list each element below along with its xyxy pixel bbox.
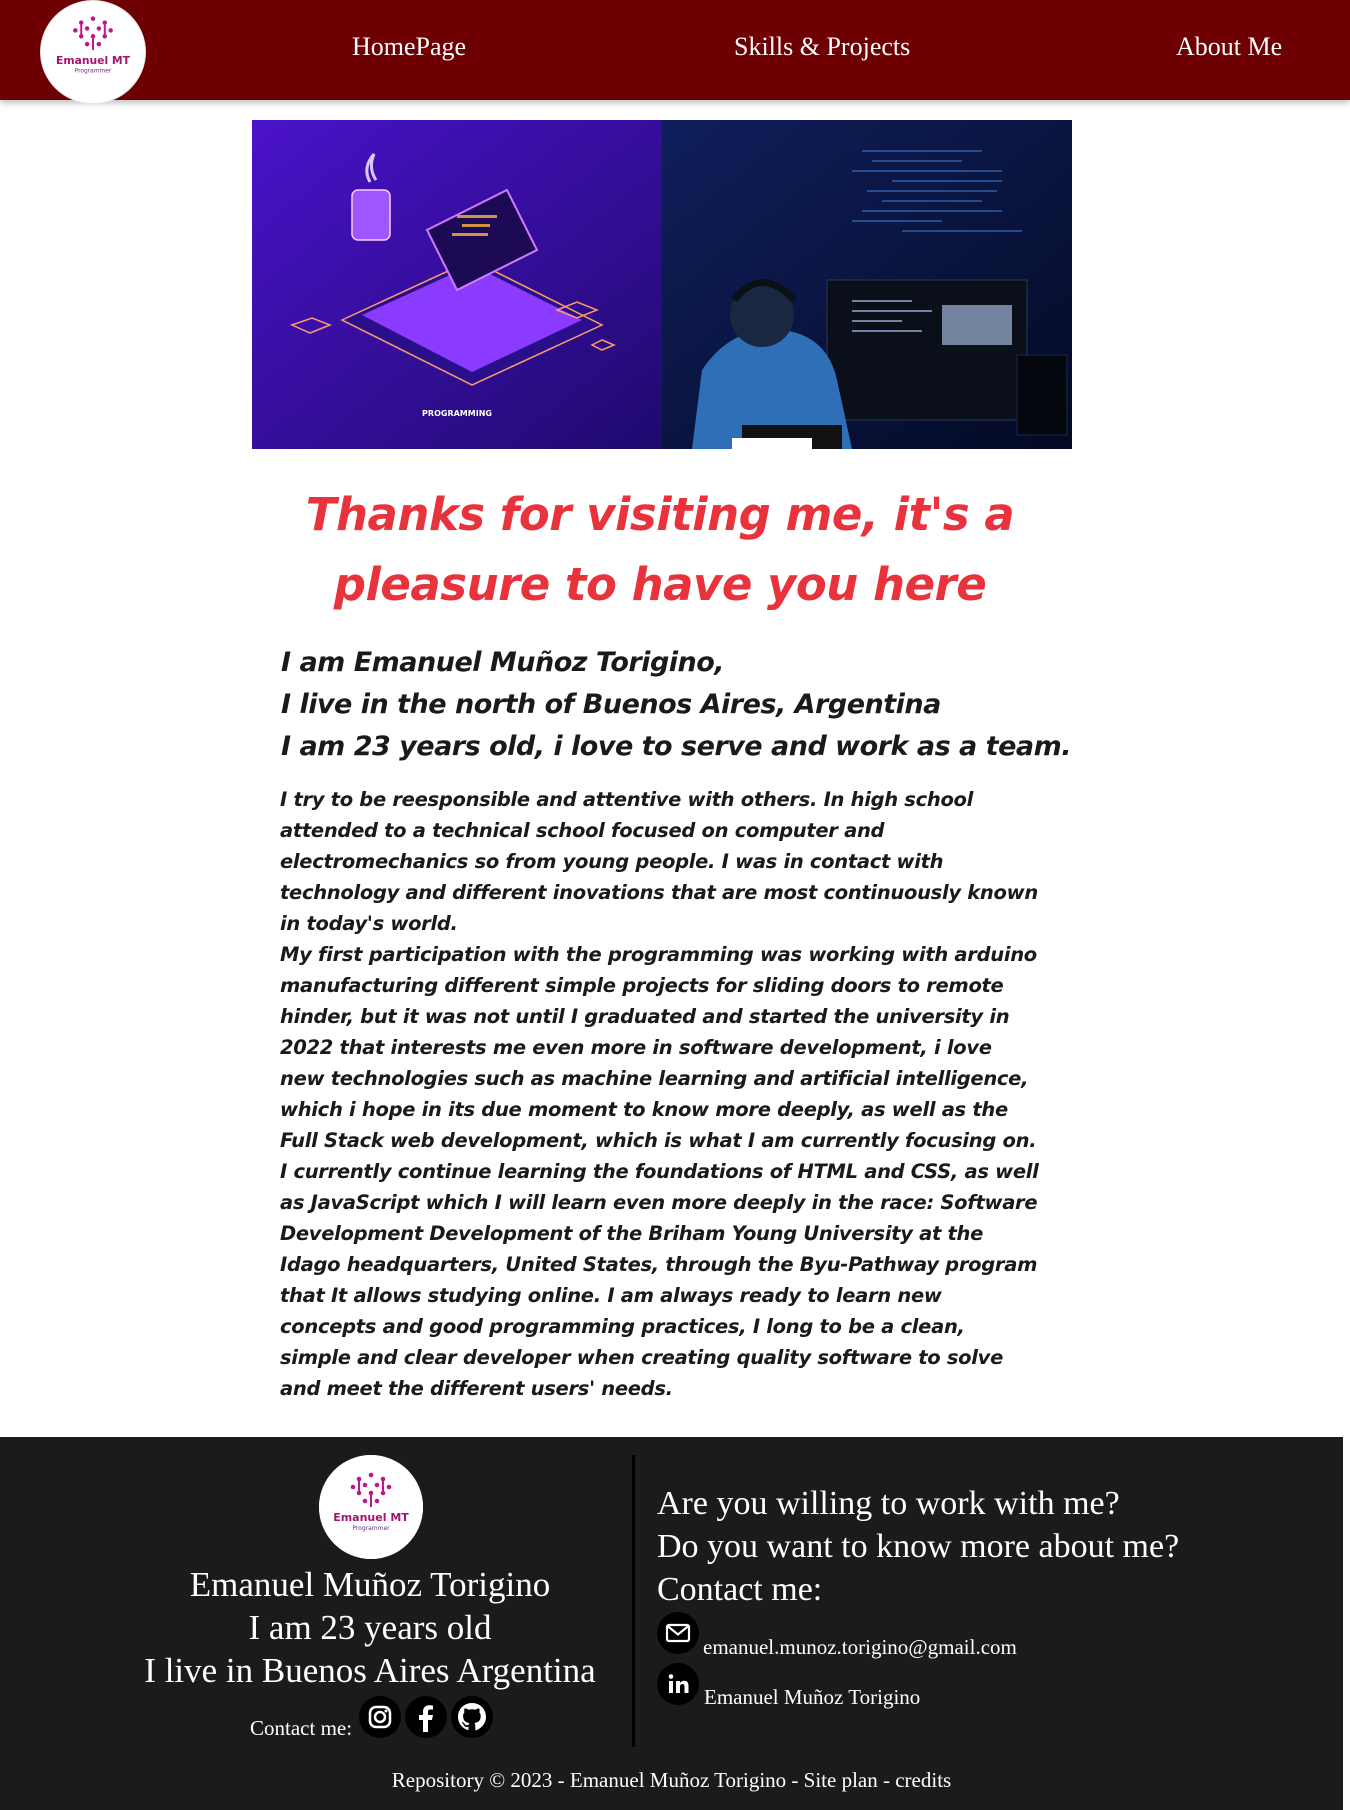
svg-text:Emanuel MT: Emanuel MT <box>333 1511 409 1524</box>
linkedin-icon <box>657 1663 699 1705</box>
welcome-headline-line-1: Thanks for visiting me, it's a <box>305 488 1015 541</box>
footer-question-1: Are you willing to work with me? <box>657 1485 1120 1522</box>
bio-text: I try to be reesponsible and attentive w… <box>280 784 1040 1404</box>
nav-link-homepage[interactable]: HomePage <box>352 32 466 62</box>
footer-logo[interactable]: Emanuel MT Programmer <box>319 1455 423 1559</box>
nav-link-about-me[interactable]: About Me <box>1176 32 1282 62</box>
svg-text:Programmer: Programmer <box>75 69 112 75</box>
footer-age: I am 23 years old <box>248 1608 492 1647</box>
bio-paragraph-1: I try to be reesponsible and attentive w… <box>280 788 1038 935</box>
intro-line-name: I am Emanuel Muñoz Torigino, <box>281 647 725 678</box>
footer-email-link[interactable]: emanuel.munoz.torigino@gmail.com <box>703 1635 1017 1660</box>
email-icon <box>657 1612 699 1654</box>
footer-copyright: Repository © 2023 - Emanuel Muñoz Torigi… <box>391 1768 952 1792</box>
footer-linkedin-link[interactable]: Emanuel Muñoz Torigino <box>704 1685 920 1710</box>
footer-question-2: Do you want to know more about me? <box>657 1528 1180 1565</box>
footer-social-label: Contact me: <box>250 1716 353 1740</box>
bio-paragraph-3: I currently continue learning the founda… <box>280 1160 1039 1400</box>
footer-name: Emanuel Muñoz Torigino <box>189 1565 551 1604</box>
facebook-icon[interactable] <box>405 1696 447 1738</box>
welcome-headline: Thanks for visiting me, it's a pleasure … <box>250 480 1070 620</box>
intro-line-location: I live in the north of Buenos Aires, Arg… <box>281 689 941 720</box>
nav-link-skills-projects[interactable]: Skills & Projects <box>734 32 910 62</box>
github-icon[interactable] <box>451 1696 493 1738</box>
svg-text:PROGRAMMING: PROGRAMMING <box>422 409 492 418</box>
intro-line-age: I am 23 years old, i love to serve and w… <box>281 731 1072 762</box>
top-navigation-bar: Emanuel MT Programmer HomePage Skills & … <box>0 0 1350 104</box>
footer-location: I live in Buenos Aires Argentina <box>144 1651 596 1690</box>
instagram-icon[interactable] <box>359 1696 401 1738</box>
svg-text:Emanuel MT: Emanuel MT <box>56 54 131 67</box>
svg-text:Programmer: Programmer <box>352 1525 390 1532</box>
footer-contact-heading: Contact me: <box>657 1571 823 1608</box>
bio-paragraph-2: My first participation with the programm… <box>280 943 1037 1152</box>
logo-mark-icon: Emanuel MT Programmer <box>319 1455 423 1559</box>
hero-banner-image: PROGRAMMING <box>252 120 1072 449</box>
intro-block: I am Emanuel Muñoz Torigino, I live in t… <box>281 642 1081 768</box>
site-logo[interactable]: Emanuel MT Programmer <box>40 0 146 104</box>
logo-mark-icon: Emanuel MT Programmer <box>42 1 144 103</box>
welcome-headline-line-2: pleasure to have you here <box>333 558 987 611</box>
footer-divider <box>632 1455 635 1747</box>
